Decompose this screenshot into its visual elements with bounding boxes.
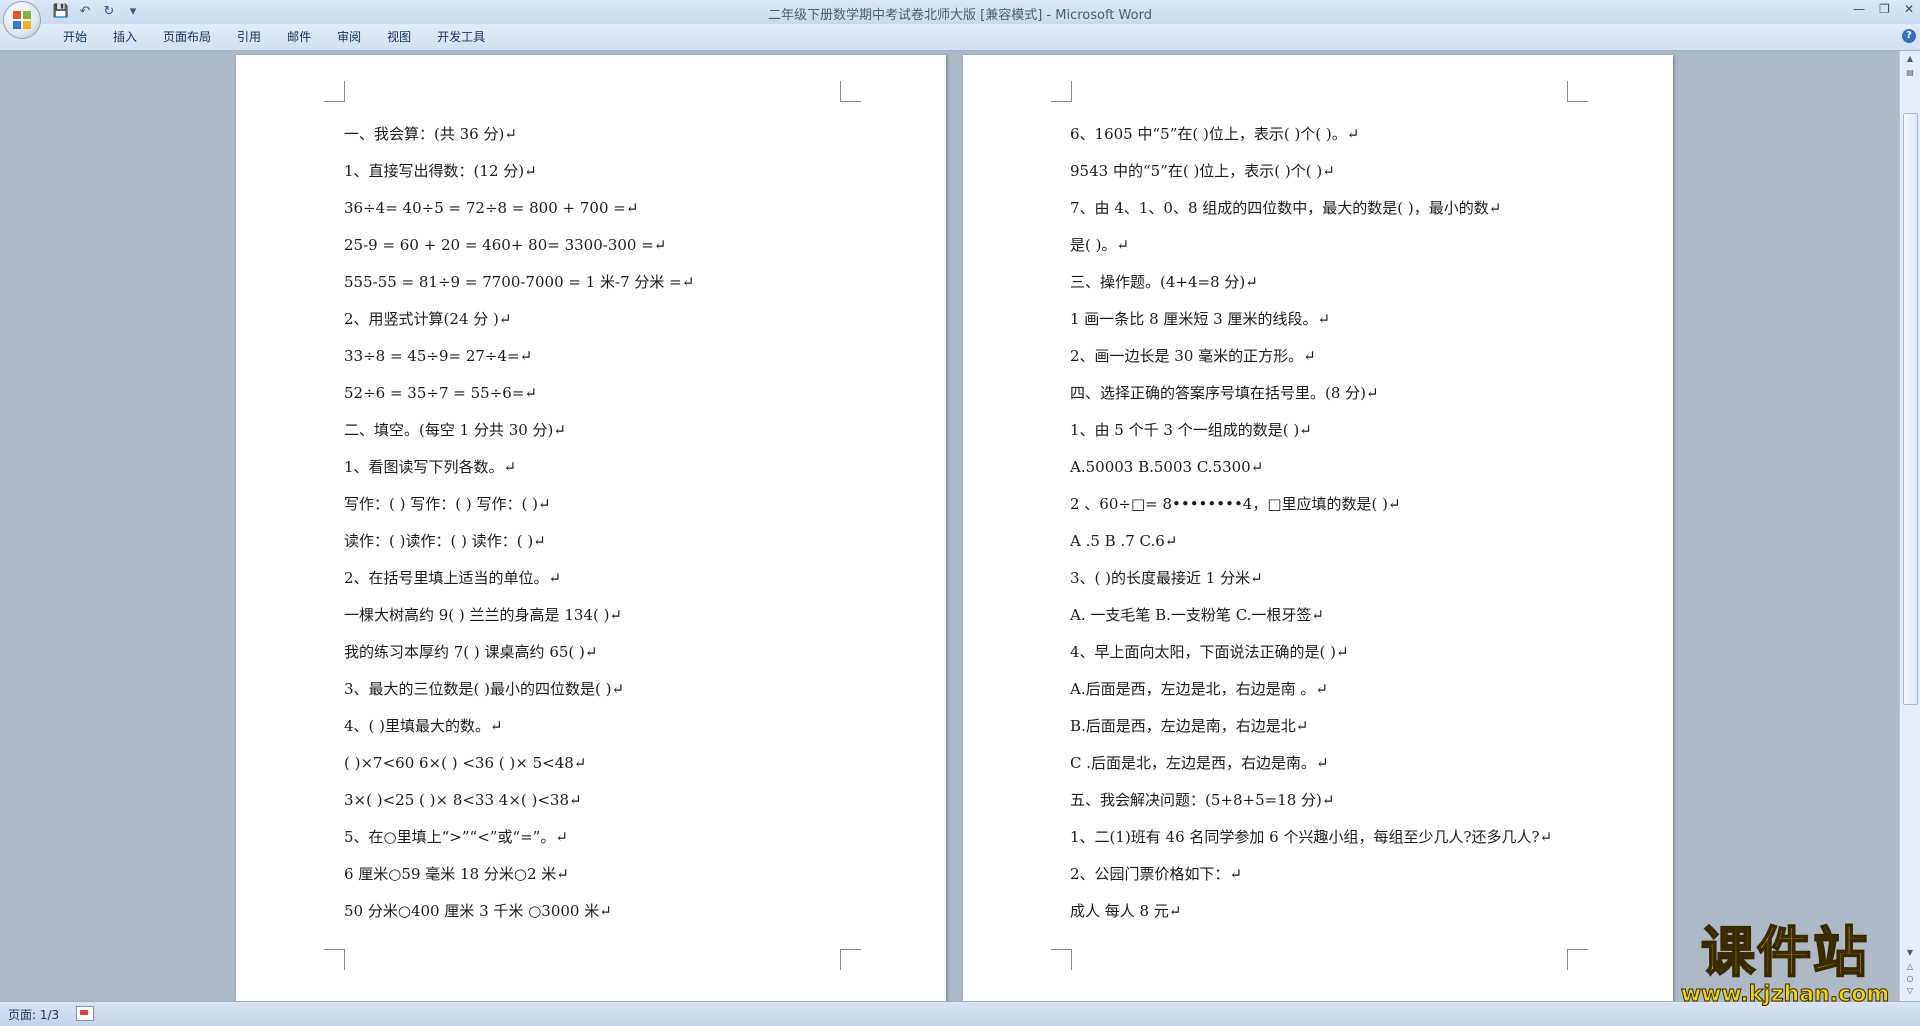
text-line: 6 厘米○59 毫米 18 分米○2 米↵ — [344, 865, 569, 883]
text-line: 555-55 = 81÷9 = 7700-7000 = 1 米-7 分米 =↵ — [344, 273, 695, 291]
window-controls: — ❐ ✕ — [1853, 2, 1914, 16]
scroll-thumb[interactable] — [1903, 113, 1918, 705]
text-line: 1 画一条比 8 厘米短 3 厘米的线段。↵ — [1070, 310, 1331, 328]
text-line: 1、直接写出得数：(12 分)↵ — [344, 162, 537, 180]
text-line: A.后面是西，左边是北，右边是南 。↵ — [1070, 680, 1328, 698]
browse-object-icon[interactable]: ○ — [1903, 973, 1917, 985]
ruler-toggle-icon[interactable]: ▤ — [1903, 67, 1917, 79]
status-bar: 页面: 1/3 — [0, 1001, 1920, 1026]
text-line: 四、选择正确的答案序号填在括号里。(8 分)↵ — [1070, 384, 1379, 402]
text-line: 25-9 = 60 + 20 = 460+ 80= 3300-300 =↵ — [344, 236, 667, 254]
document-page-1[interactable]: 一、我会算：(共 36 分)↵ 1、直接写出得数：(12 分)↵ 36÷4= 40÷… — [236, 55, 946, 1001]
text-line: 36÷4= 40÷5 = 72÷8 = 800 + 700 =↵ — [344, 199, 639, 217]
restore-icon[interactable]: ❐ — [1879, 2, 1890, 16]
margin-mark — [324, 949, 345, 970]
scroll-down-icon[interactable]: ▼ — [1903, 947, 1917, 959]
text-line: 读作：( )读作：( ) 读作：( )↵ — [344, 532, 546, 550]
text-line: 50 分米○400 厘米 3 千米 ○3000 米↵ — [344, 902, 612, 920]
previous-page-icon[interactable]: △ — [1903, 961, 1917, 973]
text-line: 二、填空。(每空 1 分共 30 分)↵ — [344, 421, 566, 439]
watermark-title: 课件站 — [1700, 921, 1869, 985]
text-line: 2、在括号里填上适当的单位。↵ — [344, 569, 562, 587]
text-line: 2、用竖式计算(24 分 )↵ — [344, 310, 512, 328]
tab-home[interactable]: 开始 — [50, 24, 100, 50]
text-line: 52÷6 = 35÷7 = 55÷6=↵ — [344, 384, 537, 402]
text-line: 成人 每人 8 元↵ — [1070, 902, 1182, 920]
margin-mark — [1051, 949, 1072, 970]
tab-references[interactable]: 引用 — [224, 24, 274, 50]
tab-insert[interactable]: 插入 — [100, 24, 150, 50]
text-line: 3、最大的三位数是( )最小的四位数是( )↵ — [344, 680, 625, 698]
margin-mark — [840, 949, 861, 970]
text-line: 是( )。↵ — [1070, 236, 1130, 254]
page-indicator[interactable]: 页面: 1/3 — [8, 1006, 59, 1023]
text-line: A .5 B .7 C.6↵ — [1070, 532, 1178, 550]
text-line: 2、公园门票价格如下：↵ — [1070, 865, 1243, 883]
text-line: 三、操作题。(4+4=8 分)↵ — [1070, 273, 1258, 291]
text-line: 五、我会解决问题：(5+8+5=18 分)↵ — [1070, 791, 1335, 809]
text-line: 33÷8 = 45÷9= 27÷4=↵ — [344, 347, 533, 365]
margin-mark — [840, 81, 861, 102]
margin-mark — [1567, 81, 1588, 102]
text-line: 2、画一边长是 30 毫米的正方形。↵ — [1070, 347, 1316, 365]
text-line: 一、我会算：(共 36 分)↵ — [344, 125, 517, 143]
tab-view[interactable]: 视图 — [374, 24, 424, 50]
vertical-scrollbar[interactable]: ▲ ▤ ▼ △ ○ ▽ — [1899, 51, 1920, 1001]
proofing-icon[interactable] — [76, 1006, 94, 1021]
margin-mark — [324, 81, 345, 102]
text-line: B.后面是西，左边是南，右边是北↵ — [1070, 717, 1309, 735]
tab-page-layout[interactable]: 页面布局 — [150, 24, 224, 50]
watermark-url: www.kjzhan.com — [1680, 982, 1890, 1007]
text-line: 1、看图读写下列各数。↵ — [344, 458, 517, 476]
text-line: 5、在○里填上“>”“<”或“=”。↵ — [344, 828, 568, 846]
minimize-icon[interactable]: — — [1853, 2, 1865, 16]
text-line: A. 一支毛笔 B.一支粉笔 C.一根牙签↵ — [1070, 606, 1324, 624]
office-button[interactable] — [4, 2, 40, 38]
text-line: 9543 中的“5”在( )位上，表示( )个( )↵ — [1070, 162, 1335, 180]
page-text: 一、我会算：(共 36 分)↵ 1、直接写出得数：(12 分)↵ 36÷4= 40÷… — [344, 123, 694, 937]
text-line: 我的练习本厚约 7( ) 课桌高约 65( )↵ — [344, 643, 598, 661]
text-line: 2 、60÷□= 8••••••••4，□里应填的数是( )↵ — [1070, 495, 1401, 513]
text-line: 3、( )的长度最接近 1 分米↵ — [1070, 569, 1263, 587]
office-logo-icon — [13, 11, 31, 29]
text-line: 写作：( ) 写作：( ) 写作：( )↵ — [344, 495, 551, 513]
text-line: ( )×7<60 6×( ) <36 ( )× 5<48↵ — [344, 754, 587, 772]
tab-mailings[interactable]: 邮件 — [274, 24, 324, 50]
text-line: 3×( )<25 ( )× 8<33 4×( )<38↵ — [344, 791, 582, 809]
ribbon-tabs: 开始 插入 页面布局 引用 邮件 审阅 视图 开发工具 — [50, 24, 498, 50]
text-line: 4、早上面向太阳，下面说法正确的是( )↵ — [1070, 643, 1349, 661]
next-page-icon[interactable]: ▽ — [1903, 985, 1917, 997]
text-line: C .后面是北，左边是西，右边是南。↵ — [1070, 754, 1329, 772]
text-line: 4、( )里填最大的数。↵ — [344, 717, 503, 735]
document-workspace: 一、我会算：(共 36 分)↵ 1、直接写出得数：(12 分)↵ 36÷4= 40÷… — [0, 51, 1900, 1001]
tab-review[interactable]: 审阅 — [324, 24, 374, 50]
close-icon[interactable]: ✕ — [1904, 2, 1914, 16]
text-line: A.50003 B.5003 C.5300↵ — [1070, 458, 1264, 476]
window-title: 二年级下册数学期中考试卷北师大版 [兼容模式] - Microsoft Word — [768, 8, 1152, 23]
ribbon: 开始 插入 页面布局 引用 邮件 审阅 视图 开发工具 ? — [0, 24, 1920, 51]
document-page-2[interactable]: 6、1605 中“5”在( )位上，表示( )个( )。↵ 9543 中的“5”在… — [963, 55, 1673, 1001]
title-bar: 💾 ↶ ↻ ▾ 二年级下册数学期中考试卷北师大版 [兼容模式] - Micros… — [0, 0, 1920, 25]
text-line: 1、二(1)班有 46 名同学参加 6 个兴趣小组，每组至少几人?还多几人?↵ — [1070, 828, 1553, 846]
text-line: 6、1605 中“5”在( )位上，表示( )个( )。↵ — [1070, 125, 1360, 143]
help-icon[interactable]: ? — [1902, 29, 1916, 43]
text-line: 一棵大树高约 9( ) 兰兰的身高是 134( )↵ — [344, 606, 622, 624]
margin-mark — [1051, 81, 1072, 102]
scroll-up-icon[interactable]: ▲ — [1903, 53, 1917, 65]
tab-developer[interactable]: 开发工具 — [424, 24, 498, 50]
margin-mark — [1567, 949, 1588, 970]
text-line: 1、由 5 个千 3 个一组成的数是( )↵ — [1070, 421, 1312, 439]
page-text: 6、1605 中“5”在( )位上，表示( )个( )。↵ 9543 中的“5”在… — [1070, 123, 1552, 937]
watermark-logo: 课件站 www.kjzhan.com — [1670, 921, 1900, 1008]
text-line: 7、由 4、1、0、8 组成的四位数中，最大的数是( )，最小的数↵ — [1070, 199, 1502, 217]
